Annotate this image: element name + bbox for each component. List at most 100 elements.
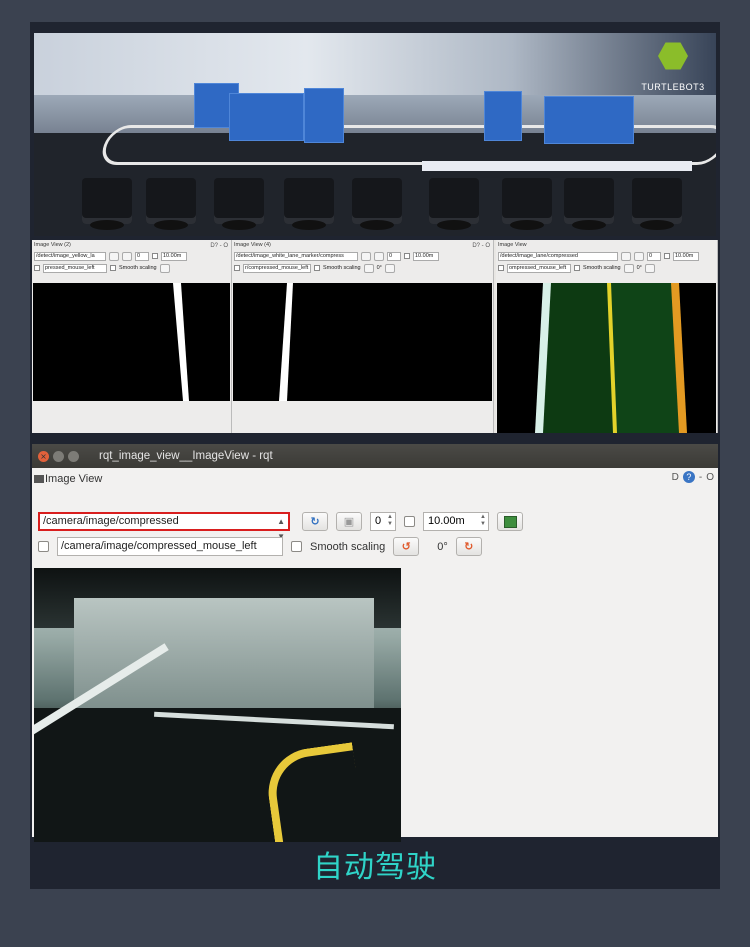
panel-rotation: 0° [376, 265, 382, 271]
minimize-icon[interactable] [53, 450, 64, 462]
photo-robot [146, 178, 196, 230]
turtlebot-logo-text: TURTLEBOT3 [641, 82, 705, 92]
save-as-image-button[interactable] [497, 512, 523, 531]
panel-zoom-box[interactable]: 10.00m [673, 251, 699, 261]
turtlebot-photo: TURTLEBOT3 [34, 33, 716, 236]
panel-mouse-checkbox[interactable] [234, 265, 240, 271]
image-view-panel-white: Image View (4) D? - O /detect/image_white… [232, 240, 494, 433]
photo-background-wall [34, 33, 716, 95]
rqt-image-view-window: × rqt_image_view__ImageView - rqt Image … [32, 444, 718, 842]
rotation-value: 0° [437, 540, 448, 553]
help-icon[interactable]: ? [682, 471, 695, 483]
smooth-scaling-label: Smooth scaling [583, 265, 621, 271]
topic-select-value: /camera/image/compressed [43, 515, 179, 527]
rotate-left-button[interactable]: ↺ [393, 537, 420, 556]
panel-title: Image View [498, 242, 527, 248]
panel-checkbox[interactable] [664, 253, 670, 259]
rotate-right-icon[interactable] [644, 263, 655, 273]
save-icon[interactable] [122, 251, 132, 261]
smooth-scaling-checkbox[interactable] [314, 265, 320, 271]
panel-checkbox[interactable] [152, 253, 158, 259]
image-icon [503, 515, 517, 528]
plugin-close-icon[interactable]: O [706, 472, 714, 483]
turtlebot-logo-icon [658, 42, 688, 70]
panel-checkbox[interactable] [404, 253, 410, 259]
panel-window-controls[interactable]: D? - O [472, 241, 490, 251]
photo-blue-block [544, 96, 634, 144]
rotate-left-icon[interactable] [363, 263, 374, 273]
panel-spin-box[interactable]: 0 [647, 251, 661, 261]
plugin-title: Image View [45, 472, 103, 485]
window-title: rqt_image_view__ImageView - rqt [99, 450, 273, 462]
panel-window-controls[interactable]: D? - O [210, 241, 228, 251]
lane-detection-view [497, 283, 716, 433]
camera-image-view[interactable] [34, 568, 401, 842]
image-view-panel-lane: Image View /detect/image_lane/compressed… [496, 240, 718, 433]
rotate-left-icon[interactable] [623, 263, 634, 273]
dock-icon[interactable]: D [672, 472, 679, 483]
image-view-plugin-icon [34, 474, 44, 483]
panel-mouse-checkbox[interactable] [34, 265, 40, 271]
photo-robot [214, 178, 264, 230]
topic-toolbar: /camera/image/compressed ▲▼ ↻ ▣ 0 ▲▼ 10.… [38, 512, 523, 541]
save-icon[interactable] [634, 251, 644, 261]
publish-mouse-checkbox[interactable] [38, 541, 49, 552]
rotate-right-button[interactable]: ↻ [455, 537, 482, 556]
refresh-icon[interactable] [621, 251, 631, 261]
panel-mouse-topic[interactable]: r/compressed_mouse_left [243, 263, 311, 273]
max-depth-spin-box[interactable]: 10.00m ▲ ▼ [423, 512, 489, 531]
topic-select[interactable]: /camera/image/compressed ▲▼ [38, 512, 290, 541]
photo-robotis-banner [422, 161, 692, 171]
save-icon[interactable] [374, 251, 384, 261]
panel-spin-box[interactable]: 0 [135, 251, 149, 261]
spin-box[interactable]: 0 ▲ ▼ [370, 512, 396, 531]
panel-mouse-checkbox[interactable] [498, 265, 504, 271]
panel-zoom-box[interactable]: 10.00m [161, 251, 187, 261]
close-icon[interactable]: × [38, 450, 49, 462]
spin-box-value: 0 [375, 515, 382, 527]
panel-mouse-topic[interactable]: ompressed_mouse_left [507, 263, 571, 273]
photo-robot [284, 178, 334, 230]
mouse-toolbar: /camera/image/compressed_mouse_left Smoo… [38, 537, 482, 556]
rotate-left-icon: ↺ [401, 540, 411, 553]
spin-arrows-icon[interactable]: ▲ ▼ [480, 514, 486, 528]
panel-mouse-topic[interactable]: pressed_mouse_left [43, 263, 107, 273]
refresh-icon[interactable] [361, 251, 371, 261]
panel-zoom-box[interactable]: 10.00m [413, 251, 439, 261]
smooth-scaling-label: Smooth scaling [323, 265, 361, 271]
plugin-minimize-icon[interactable]: - [699, 472, 702, 483]
smooth-scaling-checkbox[interactable] [110, 265, 116, 271]
maximize-icon[interactable] [68, 450, 79, 462]
panel-topic-select[interactable]: /detect/image_lane/compressed [498, 251, 618, 261]
refresh-icon[interactable] [109, 251, 119, 261]
rotate-right-icon[interactable] [384, 263, 395, 273]
photo-blue-block [229, 93, 304, 141]
plugin-header: Image View D ? - O [32, 468, 718, 489]
refresh-topics-button[interactable]: ↻ [302, 512, 328, 531]
max-depth-value: 10.00m [428, 515, 465, 527]
showcase-frame: TURTLEBOT3 Image View (2) D? - O /detect/… [30, 22, 720, 889]
photo-blue-block [304, 88, 344, 143]
turtlebot-logo: TURTLEBOT3 [638, 41, 708, 103]
rotate-right-icon: ↻ [464, 540, 474, 553]
panel-title: Image View (2) [34, 242, 71, 248]
smooth-scaling-checkbox[interactable] [574, 265, 580, 271]
plugin-controls: D ? - O [672, 471, 714, 483]
refresh-icon: ↻ [310, 515, 320, 528]
white-lane-mask-view [233, 283, 492, 401]
rotate-left-icon[interactable] [159, 263, 170, 273]
spin-arrows-icon[interactable]: ▲ ▼ [387, 514, 393, 528]
panel-spin-box[interactable]: 0 [387, 251, 401, 261]
panel-topic-select[interactable]: /detect/image_yellow_la [34, 251, 106, 261]
photo-robot [352, 178, 402, 230]
dynamic-range-checkbox[interactable] [404, 516, 415, 527]
photo-blue-block [484, 91, 522, 141]
mouse-topic-field[interactable]: /camera/image/compressed_mouse_left [57, 537, 283, 556]
smooth-scaling-label: Smooth scaling [119, 265, 157, 271]
photo-robot [632, 178, 682, 230]
smooth-scaling-checkbox[interactable] [291, 541, 302, 552]
panel-topic-select[interactable]: /detect/image_white_lane_marker/compress [234, 251, 358, 261]
window-titlebar: × rqt_image_view__ImageView - rqt [32, 444, 718, 468]
save-image-button[interactable]: ▣ [336, 512, 362, 531]
smooth-scaling-label: Smooth scaling [310, 540, 386, 553]
